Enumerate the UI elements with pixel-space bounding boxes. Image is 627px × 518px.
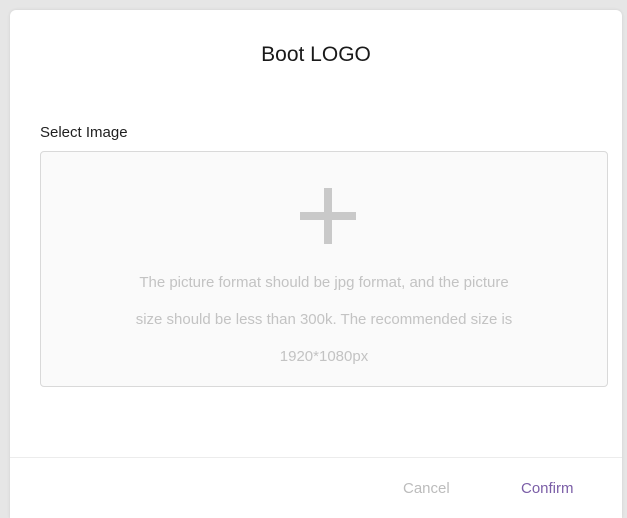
confirm-button[interactable]: Confirm — [515, 475, 580, 503]
select-image-label: Select Image — [40, 124, 128, 141]
plus-icon[interactable] — [300, 188, 356, 244]
upload-hint: The picture format should be jpg format,… — [65, 264, 583, 375]
upload-hint-line: size should be less than 300k. The recom… — [135, 311, 513, 328]
cancel-button[interactable]: Cancel — [397, 475, 456, 503]
image-upload-area[interactable]: The picture format should be jpg format,… — [40, 151, 608, 387]
upload-hint-line: The picture format should be jpg format,… — [139, 274, 509, 291]
footer-divider — [10, 457, 622, 458]
dialog-title: Boot LOGO — [261, 43, 371, 66]
boot-logo-dialog: Boot LOGO Select Image The picture forma… — [10, 10, 622, 518]
upload-hint-line: 1920*1080px — [279, 348, 369, 365]
